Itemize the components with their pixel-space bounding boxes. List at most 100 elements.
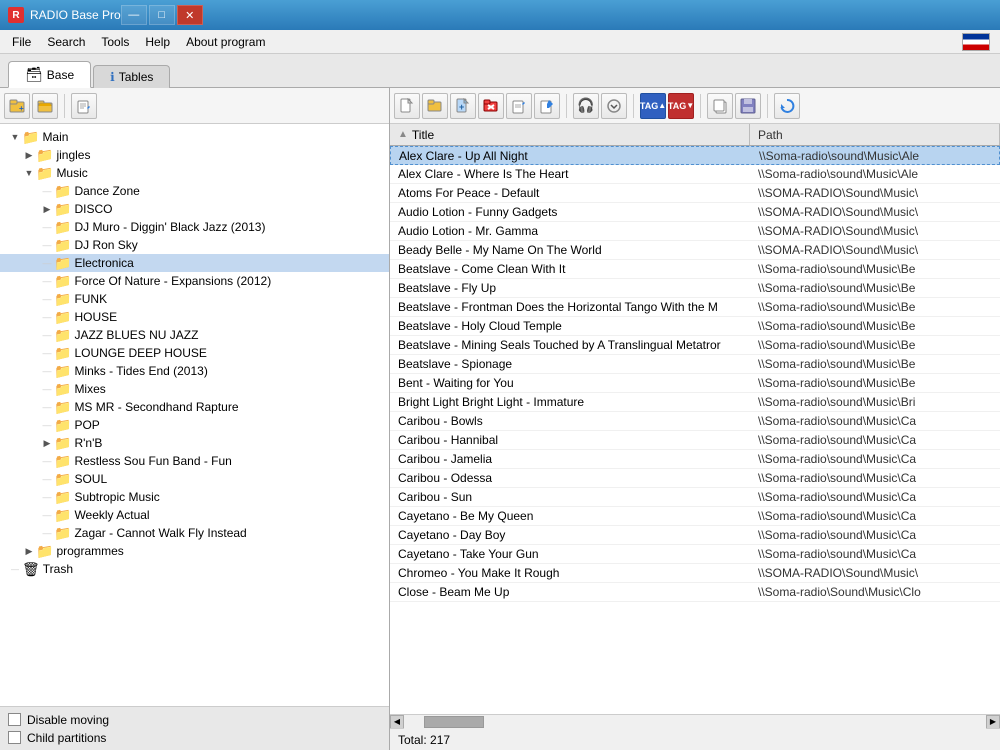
expander-weekly[interactable]: —: [40, 508, 54, 522]
list-row[interactable]: Caribou - Jamelia \\Soma-radio\sound\Mus…: [390, 450, 1000, 469]
expander-jazz[interactable]: —: [40, 328, 54, 342]
add-folder-button[interactable]: +: [4, 93, 30, 119]
tree-container[interactable]: ▼ 📁 Main ▶ 📁 jingles ▼ 📁 Music: [0, 124, 389, 706]
list-row[interactable]: Caribou - Sun \\Soma-radio\sound\Music\C…: [390, 488, 1000, 507]
menu-tools[interactable]: Tools: [93, 33, 137, 51]
scrollbar-track[interactable]: [404, 715, 986, 729]
refresh-button[interactable]: [774, 93, 800, 119]
expander-mixes[interactable]: —: [40, 382, 54, 396]
minimize-button[interactable]: —: [121, 5, 147, 25]
tree-item-disco[interactable]: ▶ 📁 DISCO: [0, 200, 389, 218]
list-row[interactable]: Bright Light Bright Light - Immature \\S…: [390, 393, 1000, 412]
list-row[interactable]: Beatslave - Fly Up \\Soma-radio\sound\Mu…: [390, 279, 1000, 298]
list-row[interactable]: Beatslave - Spionage \\Soma-radio\sound\…: [390, 355, 1000, 374]
tree-item-dj-muro[interactable]: — 📁 DJ Muro - Diggin' Black Jazz (2013): [0, 218, 389, 236]
list-row[interactable]: Atoms For Peace - Default \\SOMA-RADIO\S…: [390, 184, 1000, 203]
list-row[interactable]: Beady Belle - My Name On The World \\SOM…: [390, 241, 1000, 260]
list-row[interactable]: Caribou - Odessa \\Soma-radio\sound\Musi…: [390, 469, 1000, 488]
expander-funk[interactable]: —: [40, 292, 54, 306]
tree-item-force[interactable]: — 📁 Force Of Nature - Expansions (2012): [0, 272, 389, 290]
expander-subtropic[interactable]: —: [40, 490, 54, 504]
expander-music[interactable]: ▼: [22, 166, 36, 180]
scrollbar-thumb[interactable]: [424, 716, 484, 728]
expander-jingles[interactable]: ▶: [22, 148, 36, 162]
tree-item-trash[interactable]: — 🗑 Trash: [0, 560, 389, 578]
tree-item-subtropic[interactable]: — 📁 Subtropic Music: [0, 488, 389, 506]
list-row[interactable]: Chromeo - You Make It Rough \\SOMA-RADIO…: [390, 564, 1000, 583]
expander-soul[interactable]: —: [40, 472, 54, 486]
tree-item-jazz[interactable]: — 📁 JAZZ BLUES NU JAZZ: [0, 326, 389, 344]
edit-button[interactable]: [71, 93, 97, 119]
tree-item-programmes[interactable]: ▶ 📁 programmes: [0, 542, 389, 560]
list-row[interactable]: Caribou - Bowls \\Soma-radio\sound\Music…: [390, 412, 1000, 431]
menu-about[interactable]: About program: [178, 33, 273, 51]
expander-electronica[interactable]: —: [40, 256, 54, 270]
tree-item-dj-ron[interactable]: — 📁 DJ Ron Sky: [0, 236, 389, 254]
scroll-left-button[interactable]: ◀: [390, 715, 404, 729]
list-row[interactable]: Close - Beam Me Up \\Soma-radio\Sound\Mu…: [390, 583, 1000, 602]
expander-dance-zone[interactable]: —: [40, 184, 54, 198]
tree-item-restless[interactable]: — 📁 Restless Sou Fun Band - Fun: [0, 452, 389, 470]
close-button[interactable]: ✕: [177, 5, 203, 25]
tag-red-button[interactable]: TAG▼: [668, 93, 694, 119]
dropdown-button[interactable]: [601, 93, 627, 119]
maximize-button[interactable]: □: [149, 5, 175, 25]
tree-item-dance-zone[interactable]: — 📁 Dance Zone: [0, 182, 389, 200]
h-scrollbar[interactable]: ◀ ▶: [390, 714, 1000, 728]
disable-moving-box[interactable]: [8, 713, 21, 726]
expander-disco[interactable]: ▶: [40, 202, 54, 216]
list-body[interactable]: Alex Clare - Up All Night \\Soma-radio\s…: [390, 146, 1000, 714]
language-flag[interactable]: [962, 33, 990, 51]
disable-moving-checkbox[interactable]: Disable moving: [8, 713, 381, 727]
add-folder-right-button[interactable]: [422, 93, 448, 119]
tree-item-electronica[interactable]: — 📁 Electronica: [0, 254, 389, 272]
expander-ms-mr[interactable]: —: [40, 400, 54, 414]
scroll-right-button[interactable]: ▶: [986, 715, 1000, 729]
col-header-path[interactable]: Path: [750, 124, 1000, 145]
list-row[interactable]: Cayetano - Day Boy \\Soma-radio\sound\Mu…: [390, 526, 1000, 545]
list-row[interactable]: Cayetano - Be My Queen \\Soma-radio\soun…: [390, 507, 1000, 526]
menu-file[interactable]: File: [4, 33, 39, 51]
tree-item-main[interactable]: ▼ 📁 Main: [0, 128, 389, 146]
new-item-button[interactable]: +: [450, 93, 476, 119]
tree-item-ms-mr[interactable]: — 📁 MS MR - Secondhand Rapture: [0, 398, 389, 416]
list-row[interactable]: Caribou - Hannibal \\Soma-radio\sound\Mu…: [390, 431, 1000, 450]
child-partitions-box[interactable]: [8, 731, 21, 744]
expander-force[interactable]: —: [40, 274, 54, 288]
expander-minks[interactable]: —: [40, 364, 54, 378]
expander-rnb[interactable]: ▶: [40, 436, 54, 450]
tree-item-rnb[interactable]: ▶ 📁 R'n'B: [0, 434, 389, 452]
list-row[interactable]: Beatslave - Come Clean With It \\Soma-ra…: [390, 260, 1000, 279]
expander-pop[interactable]: —: [40, 418, 54, 432]
tree-item-pop[interactable]: — 📁 POP: [0, 416, 389, 434]
list-row[interactable]: Cayetano - Take Your Gun \\Soma-radio\so…: [390, 545, 1000, 564]
open-button[interactable]: [32, 93, 58, 119]
expander-dj-ron[interactable]: —: [40, 238, 54, 252]
list-row[interactable]: Beatslave - Mining Seals Touched by A Tr…: [390, 336, 1000, 355]
list-row[interactable]: Alex Clare - Up All Night \\Soma-radio\s…: [390, 146, 1000, 165]
list-row[interactable]: Alex Clare - Where Is The Heart \\Soma-r…: [390, 165, 1000, 184]
list-row[interactable]: Audio Lotion - Mr. Gamma \\SOMA-RADIO\So…: [390, 222, 1000, 241]
list-row[interactable]: Beatslave - Frontman Does the Horizontal…: [390, 298, 1000, 317]
menu-help[interactable]: Help: [137, 33, 178, 51]
expander-dj-muro[interactable]: —: [40, 220, 54, 234]
tree-item-zagar[interactable]: — 📁 Zagar - Cannot Walk Fly Instead: [0, 524, 389, 542]
tree-item-funk[interactable]: — 📁 FUNK: [0, 290, 389, 308]
play-button[interactable]: 🎧: [573, 93, 599, 119]
tree-item-soul[interactable]: — 📁 SOUL: [0, 470, 389, 488]
tree-item-jingles[interactable]: ▶ 📁 jingles: [0, 146, 389, 164]
expander-lounge[interactable]: —: [40, 346, 54, 360]
expander-programmes[interactable]: ▶: [22, 544, 36, 558]
tree-item-lounge[interactable]: — 📁 LOUNGE DEEP HOUSE: [0, 344, 389, 362]
expander-restless[interactable]: —: [40, 454, 54, 468]
tree-item-music[interactable]: ▼ 📁 Music: [0, 164, 389, 182]
child-partitions-checkbox[interactable]: Child partitions: [8, 731, 381, 745]
list-row[interactable]: Beatslave - Holy Cloud Temple \\Soma-rad…: [390, 317, 1000, 336]
list-row[interactable]: Bent - Waiting for You \\Soma-radio\soun…: [390, 374, 1000, 393]
tree-item-mixes[interactable]: — 📁 Mixes: [0, 380, 389, 398]
expander-main[interactable]: ▼: [8, 130, 22, 144]
expander-zagar[interactable]: —: [40, 526, 54, 540]
tree-item-weekly[interactable]: — 📁 Weekly Actual: [0, 506, 389, 524]
tag-blue-button[interactable]: TAG▲: [640, 93, 666, 119]
tree-item-minks[interactable]: — 📁 Minks - Tides End (2013): [0, 362, 389, 380]
